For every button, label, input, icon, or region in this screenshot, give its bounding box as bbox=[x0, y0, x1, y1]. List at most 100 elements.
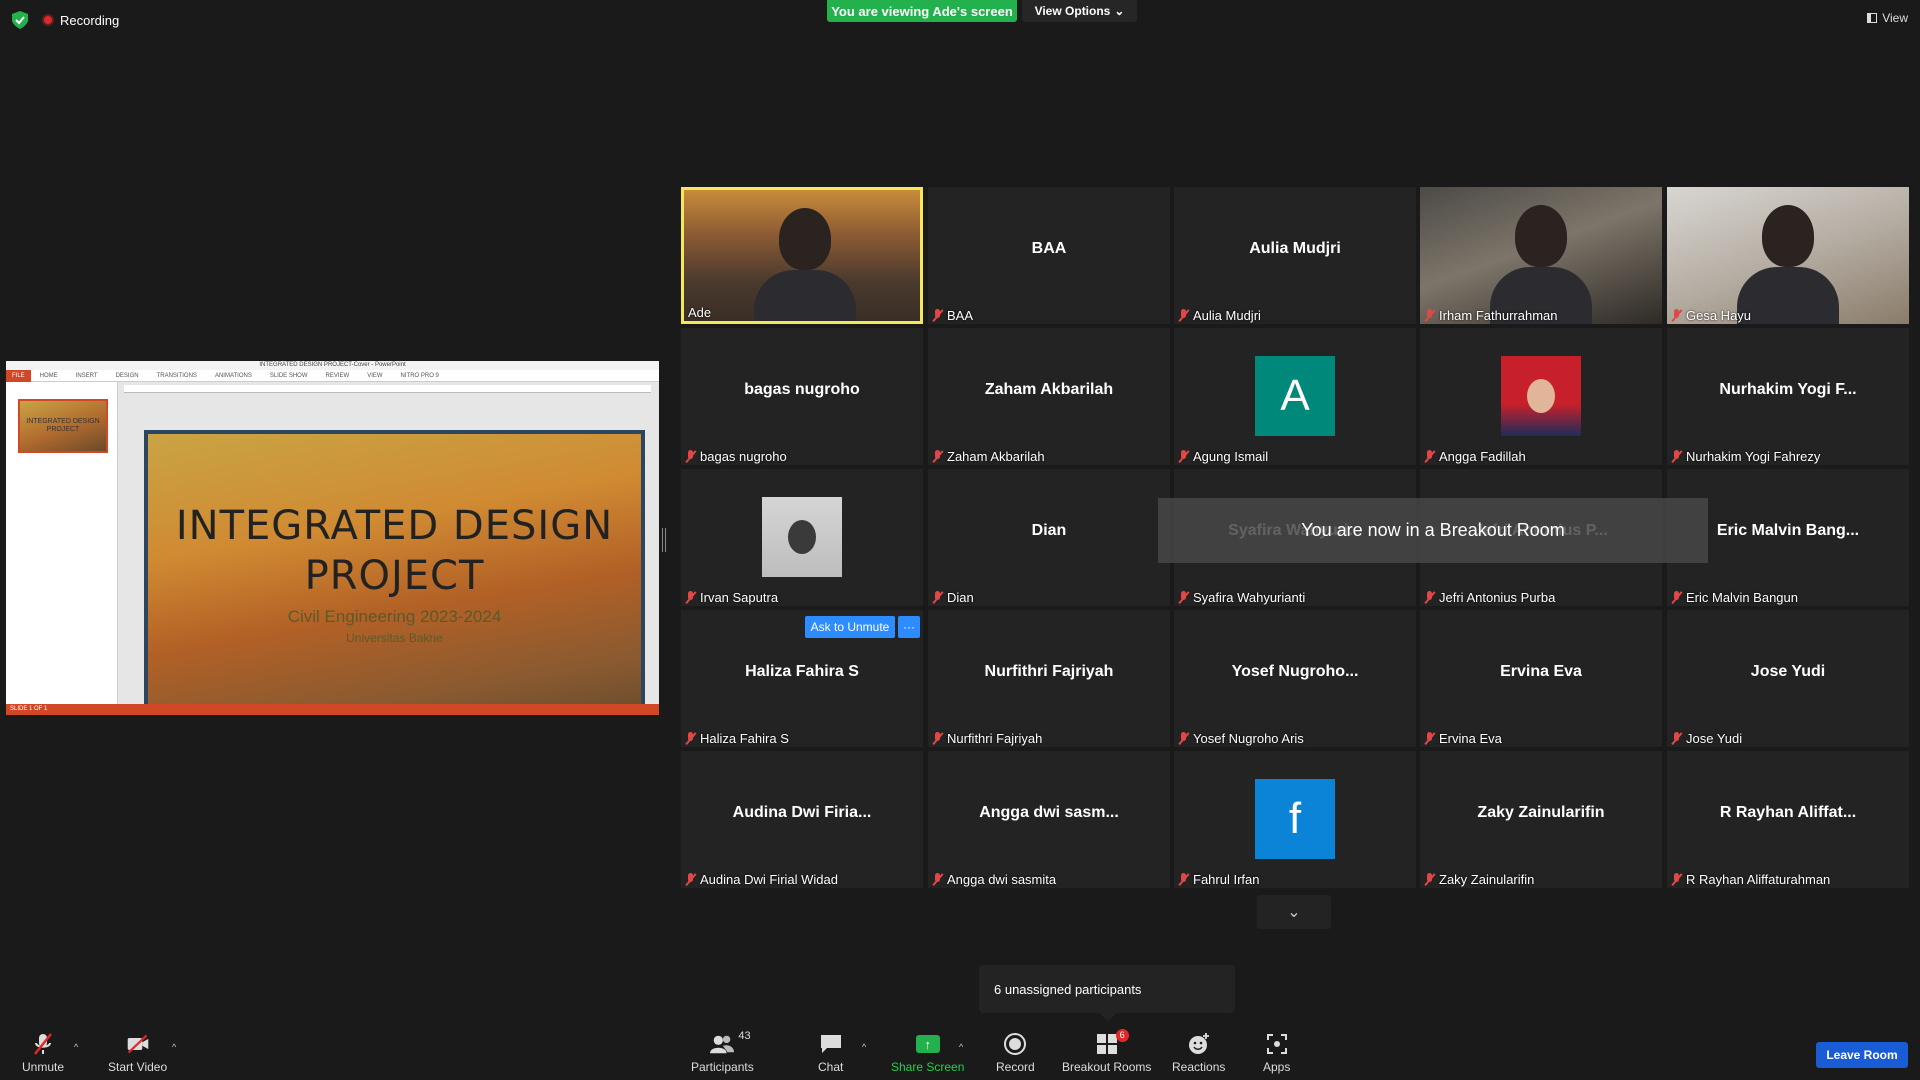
participant-tile[interactable]: Zaky Zainularifin Zaky Zainularifin bbox=[1420, 751, 1662, 888]
ask-to-unmute-button[interactable]: Ask to Unmute bbox=[805, 616, 895, 638]
powerpoint-body: INTEGRATED DESIGN PROJECT INTEGRATED DES… bbox=[6, 382, 659, 715]
participants-count: 43 bbox=[738, 1030, 751, 1042]
participant-name: Agung Ismail bbox=[1193, 449, 1269, 464]
avatar-letter: A bbox=[1255, 356, 1335, 436]
participant-tile[interactable]: Ade bbox=[681, 187, 923, 324]
ribbon-tab-nitro: NITRO PRO 9 bbox=[400, 372, 439, 379]
participant-tile[interactable]: Audina Dwi Firia... Audina Dwi Firial Wid… bbox=[681, 751, 923, 888]
participant-name: Nurhakim Yogi Fahrezy bbox=[1686, 449, 1821, 464]
chat-label: Chat bbox=[818, 1060, 844, 1074]
participant-tile[interactable]: bagas nugroho bagas nugroho bbox=[681, 328, 923, 465]
share-options-caret-icon[interactable]: ^ bbox=[959, 1042, 963, 1052]
participant-center-name: Dian bbox=[1031, 521, 1067, 539]
recording-indicator[interactable]: Recording bbox=[42, 13, 119, 28]
participant-tile[interactable]: Ervina Eva Ervina Eva bbox=[1420, 610, 1662, 747]
split-divider-handle[interactable] bbox=[662, 528, 666, 552]
recording-label: Recording bbox=[60, 12, 120, 28]
chevron-down-icon: ⌄ bbox=[1114, 4, 1125, 18]
participant-name-label: Audina Dwi Firial Widad bbox=[685, 872, 838, 887]
meeting-toolbar: Unmute ^ Start Video ^ 43 Participants C… bbox=[0, 1018, 1920, 1080]
apps-button[interactable]: Apps bbox=[1263, 1032, 1290, 1074]
record-button[interactable]: Record bbox=[996, 1032, 1035, 1074]
participant-name: Jose Yudi bbox=[1686, 731, 1743, 746]
gallery-scroll-down-button[interactable]: ⌄ bbox=[1257, 895, 1331, 929]
video-options-caret-icon[interactable]: ^ bbox=[172, 1042, 176, 1052]
participant-center-name: Nurhakim Yogi F... bbox=[1719, 380, 1857, 398]
microphone-muted-icon bbox=[1671, 873, 1683, 886]
microphone-muted-icon bbox=[1424, 732, 1436, 745]
participant-name-label: Agung Ismail bbox=[1178, 449, 1268, 464]
microphone-muted-icon bbox=[1671, 591, 1683, 604]
share-screen-button[interactable]: ↑ Share Screen bbox=[891, 1032, 964, 1074]
participant-tile[interactable]: Nurhakim Yogi F... Nurhakim Yogi Fahrezy bbox=[1667, 328, 1909, 465]
slide-editing-area: INTEGRATED DESIGN PROJECT Civil Engineer… bbox=[120, 382, 659, 715]
microphone-muted-icon bbox=[1424, 309, 1436, 322]
participant-name-label: Irham Fathurrahman bbox=[1424, 308, 1558, 323]
participant-tile[interactable]: Zaham Akbarilah Zaham Akbarilah bbox=[928, 328, 1170, 465]
breakout-rooms-button[interactable]: 6 Breakout Rooms bbox=[1062, 1029, 1152, 1074]
record-label: Record bbox=[996, 1060, 1035, 1074]
person-face bbox=[1527, 379, 1555, 413]
participant-name: Ade bbox=[688, 305, 712, 320]
audio-options-caret-icon[interactable]: ^ bbox=[74, 1042, 78, 1052]
more-options-button[interactable]: ··· bbox=[898, 616, 920, 638]
slide-thumbnail-pane: INTEGRATED DESIGN PROJECT bbox=[6, 382, 118, 704]
microphone-muted-icon bbox=[1178, 873, 1190, 886]
person-body bbox=[754, 270, 856, 321]
participant-tile[interactable]: f Fahrul Irfan bbox=[1174, 751, 1416, 888]
participant-tile[interactable]: Jose Yudi Jose Yudi bbox=[1667, 610, 1909, 747]
view-button[interactable]: View bbox=[1867, 11, 1908, 25]
reactions-button[interactable]: Reactions bbox=[1172, 1032, 1225, 1074]
breakout-rooms-label: Breakout Rooms bbox=[1062, 1060, 1152, 1074]
participant-name-label: Ade bbox=[688, 305, 711, 320]
participant-tile[interactable]: Nurfithri Fajriyah Nurfithri Fajriyah bbox=[928, 610, 1170, 747]
participant-name: Audina Dwi Firial Widad bbox=[700, 872, 838, 887]
participant-tile[interactable]: Yosef Nugroho... Yosef Nugroho Aris bbox=[1174, 610, 1416, 747]
participant-tile[interactable]: R Rayhan Aliffat... R Rayhan Aliffaturahm… bbox=[1667, 751, 1909, 888]
participant-tile[interactable]: Angga Fadillah bbox=[1420, 328, 1662, 465]
participant-name-label: Irvan Saputra bbox=[685, 590, 778, 605]
participant-tile[interactable]: Dian Dian bbox=[928, 469, 1170, 606]
participant-center-name: Audina Dwi Firia... bbox=[732, 803, 872, 821]
view-options-button[interactable]: View Options ⌄ bbox=[1022, 0, 1137, 22]
participant-center-name: Zaky Zainularifin bbox=[1477, 803, 1605, 821]
slide-thumbnail: INTEGRATED DESIGN PROJECT bbox=[18, 399, 108, 453]
microphone-muted-icon bbox=[1424, 450, 1436, 463]
participant-name: Yosef Nugroho Aris bbox=[1193, 731, 1304, 746]
participant-center-name: Yosef Nugroho... bbox=[1231, 662, 1359, 680]
participant-name-label: Syafira Wahyurianti bbox=[1178, 590, 1305, 605]
participant-tile[interactable]: Angga dwi sasm... Angga dwi sasmita bbox=[928, 751, 1170, 888]
unmute-button[interactable]: Unmute bbox=[22, 1032, 64, 1074]
person-silhouette bbox=[1762, 205, 1814, 267]
leave-room-button[interactable]: Leave Room bbox=[1816, 1042, 1908, 1068]
participant-tile[interactable]: A Agung Ismail bbox=[1174, 328, 1416, 465]
ribbon-tab-insert: INSERT bbox=[75, 372, 98, 379]
apps-label: Apps bbox=[1263, 1060, 1291, 1074]
participant-center-name: Jose Yudi bbox=[1750, 662, 1826, 680]
participants-button[interactable]: 43 Participants bbox=[691, 1030, 754, 1074]
chat-options-caret-icon[interactable]: ^ bbox=[862, 1042, 866, 1052]
participant-name: Zaham Akbarilah bbox=[947, 449, 1045, 464]
participant-center-name: BAA bbox=[1031, 239, 1067, 257]
participant-tile[interactable]: Gesa Hayu bbox=[1667, 187, 1909, 324]
participant-tile[interactable]: Irvan Saputra bbox=[681, 469, 923, 606]
participant-name: R Rayhan Aliffaturahman bbox=[1686, 872, 1831, 887]
participant-name-label: Angga Fadillah bbox=[1424, 449, 1526, 464]
participant-tile[interactable]: BAA BAA bbox=[928, 187, 1170, 324]
ribbon-tab-home: HOME bbox=[39, 372, 58, 379]
shared-screen[interactable]: INTEGRATED DESIGN PROJECT-Cover - PowerP… bbox=[6, 361, 659, 715]
participant-name: Ervina Eva bbox=[1439, 731, 1502, 746]
ribbon-tab-view: VIEW bbox=[367, 372, 383, 379]
participant-name-label: Ervina Eva bbox=[1424, 731, 1502, 746]
start-video-button[interactable]: Start Video bbox=[108, 1032, 167, 1074]
shield-icon[interactable] bbox=[12, 11, 28, 29]
chat-button[interactable]: Chat bbox=[818, 1032, 843, 1074]
participant-center-name: Zaham Akbarilah bbox=[984, 380, 1114, 398]
participant-tile[interactable]: Irham Fathurrahman bbox=[1420, 187, 1662, 324]
microphone-muted-icon bbox=[1671, 309, 1683, 322]
microphone-muted-icon bbox=[932, 873, 944, 886]
apps-icon bbox=[1265, 1032, 1289, 1056]
participant-name-label: Eric Malvin Bangun bbox=[1671, 590, 1798, 605]
participant-tile[interactable]: Aulia Mudjri Aulia Mudjri bbox=[1174, 187, 1416, 324]
participant-name-label: Haliza Fahira S bbox=[685, 731, 789, 746]
